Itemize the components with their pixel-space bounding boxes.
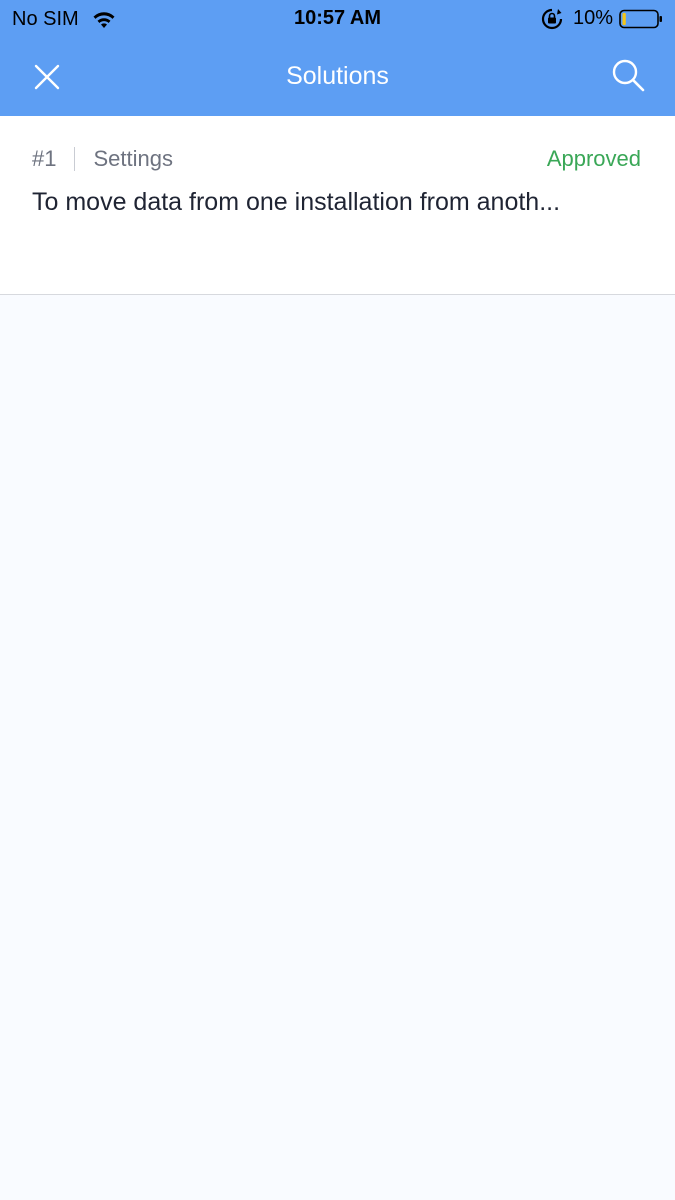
status-bar-right: 10%	[541, 7, 663, 30]
list-item[interactable]: #1 Settings Approved To move data from o…	[0, 116, 675, 295]
navigation-bar: Solutions	[0, 38, 675, 116]
app-header: No SIM 10:57 AM 10% Solutions	[0, 0, 675, 116]
solution-category: Settings	[93, 146, 173, 171]
solution-title: To move data from one installation from …	[32, 188, 561, 216]
status-badge: Approved	[546, 146, 641, 171]
battery-icon	[619, 9, 662, 28]
status-bar: No SIM 10:57 AM 10%	[0, 0, 675, 38]
solutions-list: #1 Settings Approved To move data from o…	[0, 116, 675, 1200]
meta-divider	[74, 147, 76, 171]
rotation-lock-icon	[541, 8, 563, 29]
search-icon[interactable]	[609, 56, 649, 96]
solution-number: #1	[32, 146, 57, 171]
solution-meta: #1 Settings	[32, 146, 173, 172]
battery-percent: 10%	[572, 7, 613, 29]
page-title: Solutions	[286, 62, 389, 90]
